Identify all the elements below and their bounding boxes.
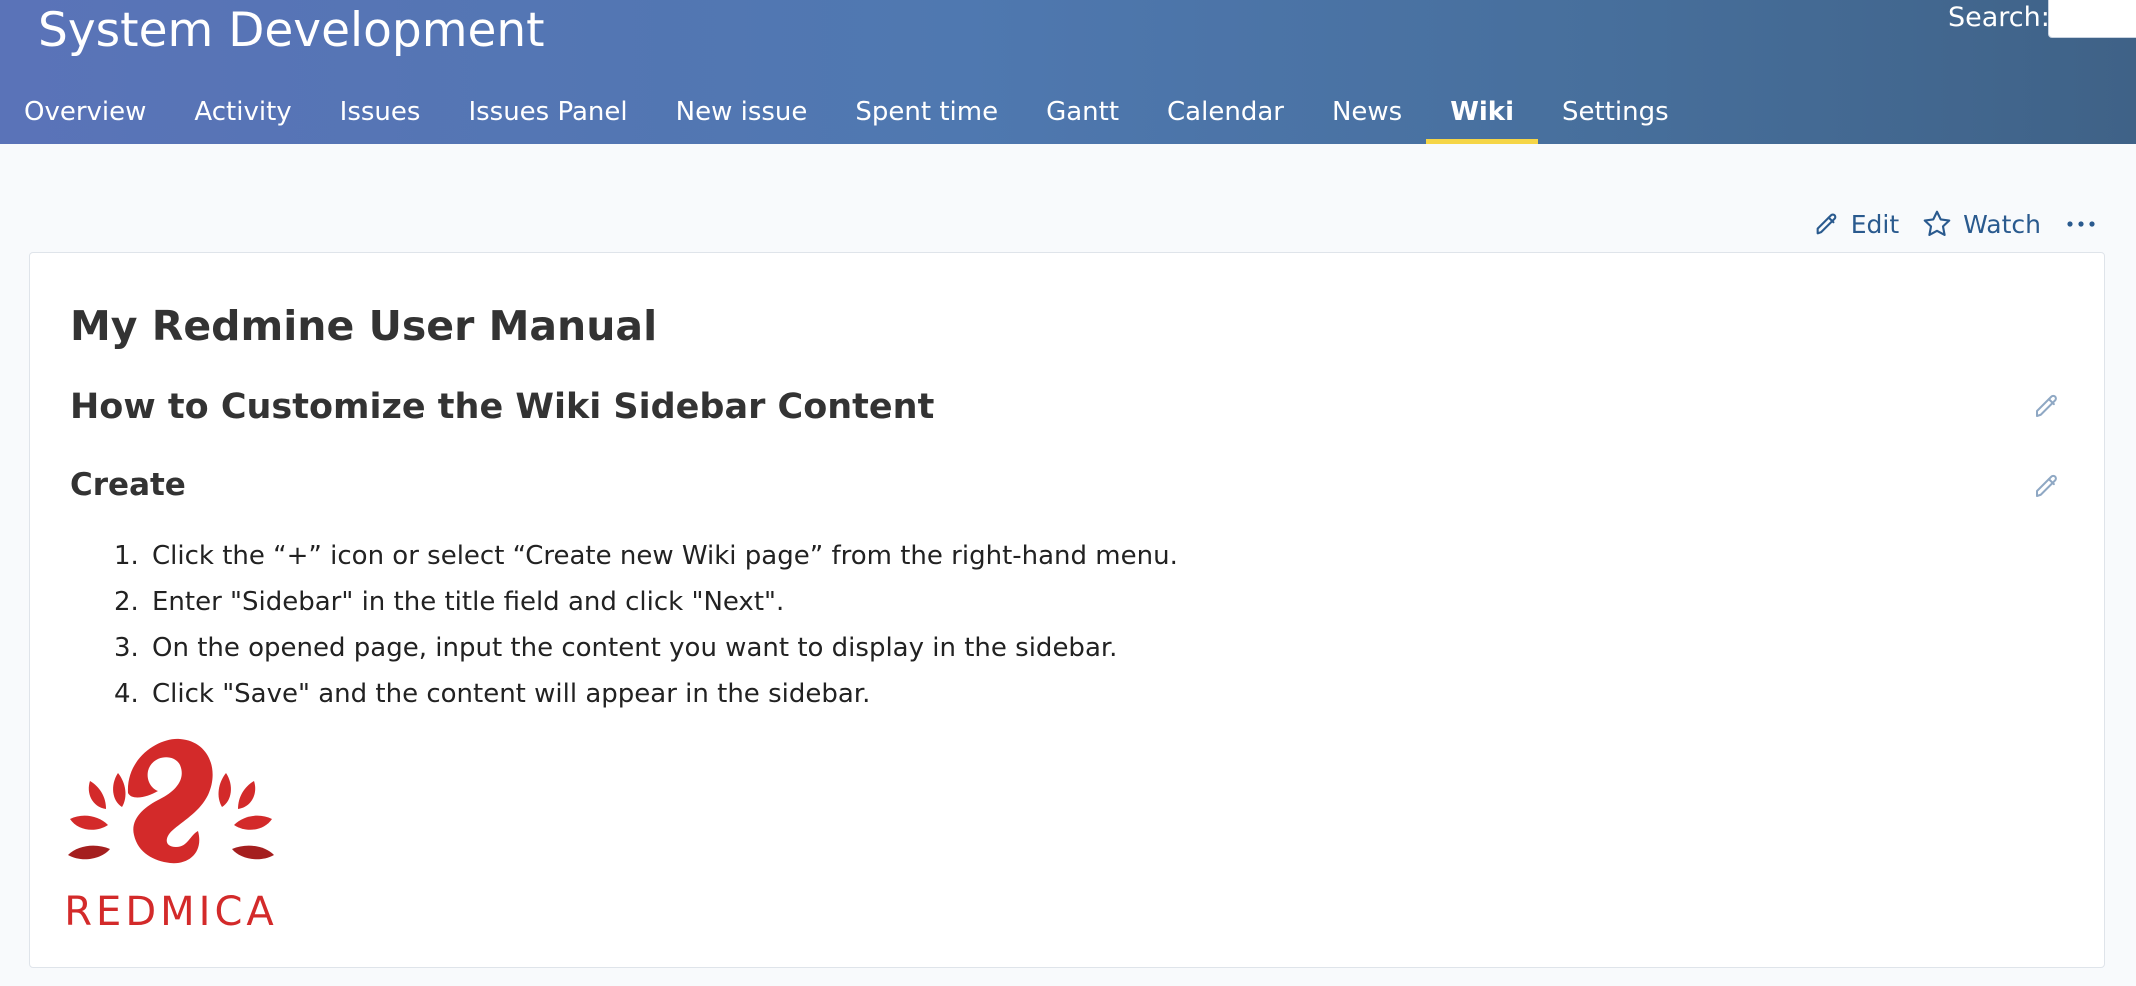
search-input[interactable] [2048, 0, 2136, 38]
list-item: 1. Click the “+” icon or select “Create … [114, 533, 1178, 579]
tab-new-issue[interactable]: New issue [652, 86, 832, 144]
step-number: 2. [114, 587, 139, 617]
step-text: Enter "Sidebar" in the title field and c… [152, 587, 785, 617]
tab-calendar[interactable]: Calendar [1143, 86, 1308, 144]
redmica-logo: REDMICA [64, 735, 274, 935]
list-item: 3. On the opened page, input the content… [114, 625, 1178, 671]
watch-label: Watch [1963, 209, 2041, 239]
contextual-actions: Edit Watch [1813, 206, 2099, 242]
logo-text: REDMICA [68, 889, 274, 935]
tab-gantt[interactable]: Gantt [1022, 86, 1143, 144]
tab-news[interactable]: News [1308, 86, 1426, 144]
step-text: Click "Save" and the content will appear… [152, 679, 871, 709]
project-header: System Development Search: Overview Acti… [0, 0, 2136, 144]
list-item: 4. Click "Save" and the content will app… [114, 671, 1178, 717]
list-item: 2. Enter "Sidebar" in the title field an… [114, 579, 1178, 625]
main-menu: Overview Activity Issues Issues Panel Ne… [0, 86, 1693, 144]
pencil-icon [1813, 210, 1841, 238]
tab-activity[interactable]: Activity [170, 86, 315, 144]
tab-spent-time[interactable]: Spent time [831, 86, 1022, 144]
edit-subsection-icon[interactable] [2030, 469, 2064, 503]
project-title[interactable]: System Development [38, 2, 545, 60]
tab-issues-panel[interactable]: Issues Panel [444, 86, 651, 144]
step-number: 3. [114, 633, 139, 663]
wiki-content: My Redmine User Manual How to Customize … [29, 252, 2105, 968]
edit-link[interactable]: Edit [1813, 210, 1899, 239]
star-icon [1921, 208, 1953, 240]
tab-settings[interactable]: Settings [1538, 86, 1693, 144]
step-number: 1. [114, 541, 139, 571]
step-text: Click the “+” icon or select “Create new… [152, 541, 1178, 571]
edit-section-icon[interactable] [2030, 389, 2064, 423]
sub-heading: Create [70, 467, 186, 503]
redmica-logo-graphic: REDMICA [64, 738, 274, 935]
watch-link[interactable]: Watch [1921, 208, 2041, 240]
steps-list: 1. Click the “+” icon or select “Create … [114, 533, 1178, 717]
wiki-page-title: My Redmine User Manual [70, 302, 658, 350]
tab-issues[interactable]: Issues [316, 86, 445, 144]
more-icon[interactable] [2063, 206, 2099, 242]
step-text: On the opened page, input the content yo… [152, 633, 1118, 663]
tab-overview[interactable]: Overview [0, 86, 170, 144]
tab-wiki[interactable]: Wiki [1426, 86, 1538, 144]
search-label: Search: [1948, 2, 2050, 33]
section-heading: How to Customize the Wiki Sidebar Conten… [70, 387, 935, 427]
edit-label: Edit [1850, 209, 1900, 239]
step-number: 4. [114, 679, 139, 709]
